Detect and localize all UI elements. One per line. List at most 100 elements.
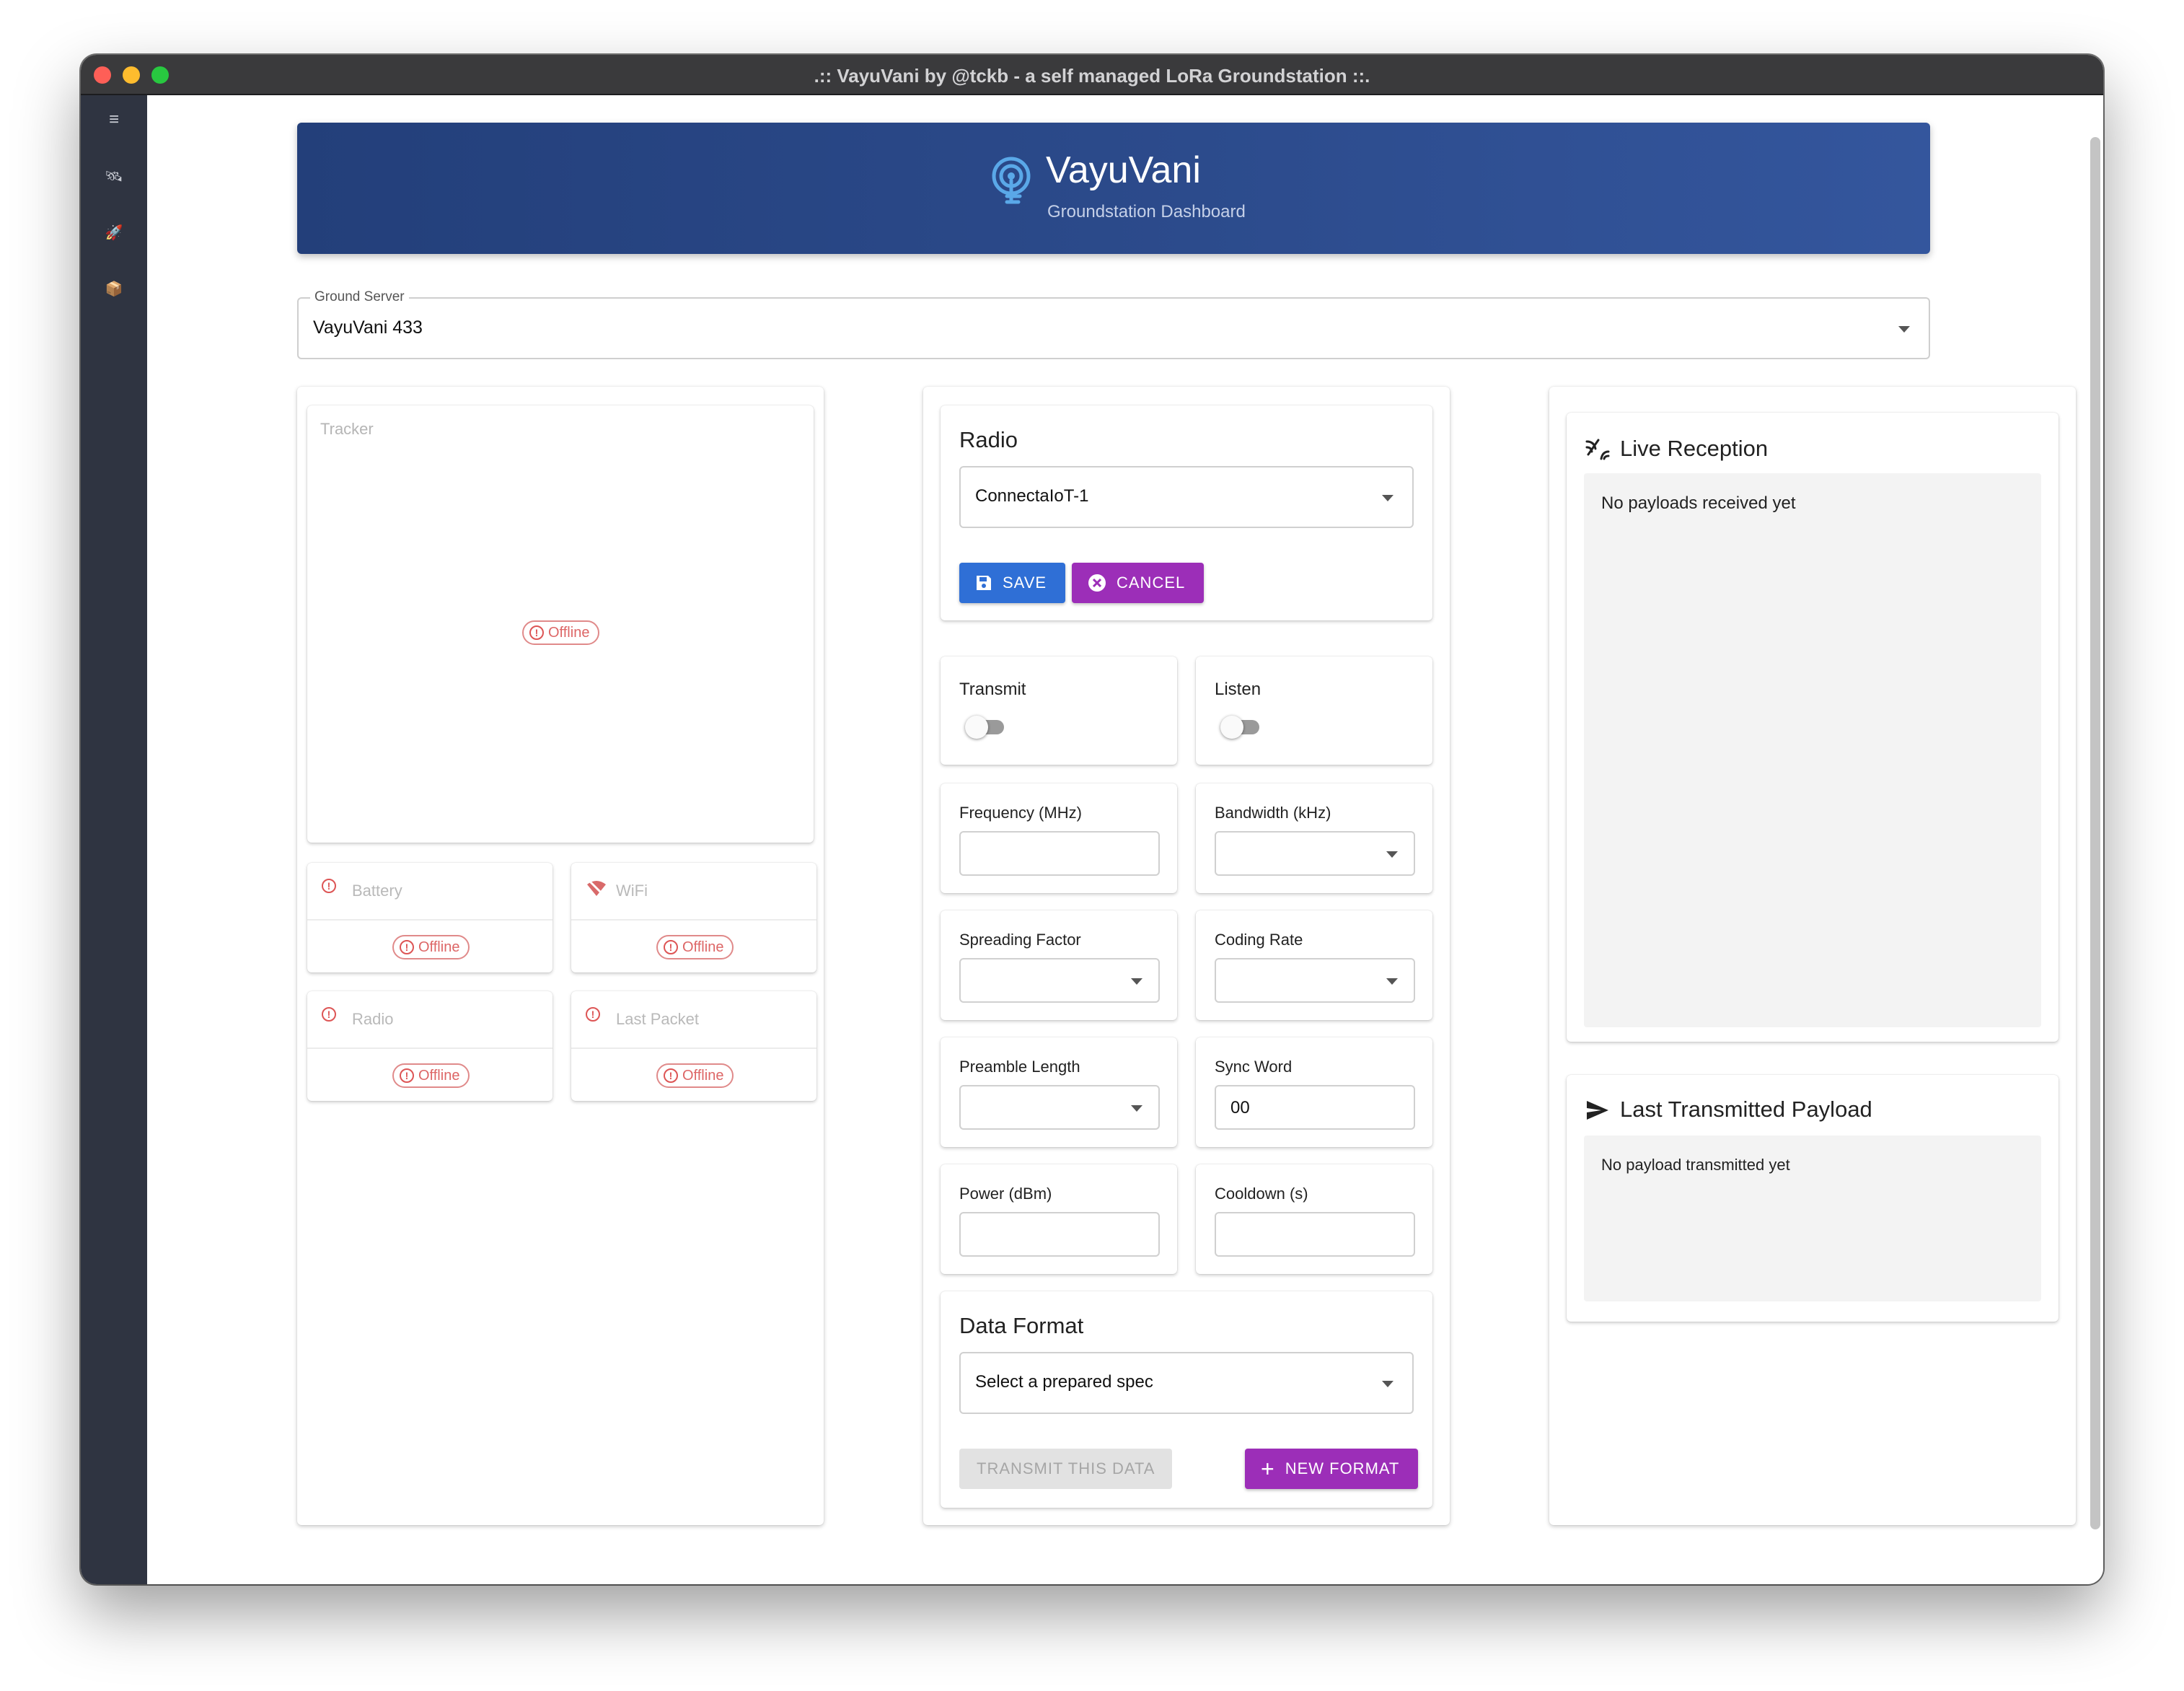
header-banner: VayuVani Groundstation Dashboard xyxy=(297,123,1930,254)
page-scrollbar[interactable] xyxy=(2090,137,2100,1529)
power-input[interactable] xyxy=(959,1212,1160,1257)
new-format-button[interactable]: + NEW FORMAT xyxy=(1245,1449,1419,1489)
last-packet-card: ! Last Packet ! Offline xyxy=(571,991,816,1101)
cooldown-input[interactable] xyxy=(1215,1212,1415,1257)
sync-word-input[interactable]: 00 xyxy=(1215,1085,1415,1130)
listen-toggle[interactable] xyxy=(1218,711,1261,740)
radio-select[interactable]: ConnectaIoT-1 xyxy=(959,466,1414,528)
radio-status-badge: ! Offline xyxy=(392,1063,470,1088)
chevron-down-icon xyxy=(1382,495,1393,501)
radio-status-card: ! Radio ! Offline xyxy=(307,991,552,1101)
wifi-title: WiFi xyxy=(616,882,648,900)
satellite-icon[interactable]: 🛰 xyxy=(98,160,130,192)
tracker-status-badge: ! Offline xyxy=(522,620,600,645)
data-format-select[interactable]: Select a prepared spec xyxy=(959,1352,1414,1414)
alert-icon: ! xyxy=(586,1007,600,1022)
spreading-factor-select[interactable] xyxy=(959,958,1160,1003)
listen-label: Listen xyxy=(1215,680,1261,699)
ground-server-value: VayuVani 433 xyxy=(313,317,423,338)
package-icon[interactable]: 📦 xyxy=(98,273,130,304)
window-title: .:: VayuVani by @tckb - a self managed L… xyxy=(814,65,1370,87)
sidebar: ≡ 🛰 🚀 📦 xyxy=(81,95,147,1584)
battery-title: Battery xyxy=(352,882,402,900)
last-transmitted-card: Last Transmitted Payload No payload tran… xyxy=(1567,1075,2058,1322)
preamble-length-card: Preamble Length xyxy=(941,1037,1177,1147)
bandwidth-select[interactable] xyxy=(1215,831,1415,876)
last-transmitted-log: No payload transmitted yet xyxy=(1584,1136,2041,1301)
preamble-length-label: Preamble Length xyxy=(959,1058,1080,1076)
transmit-card: Transmit xyxy=(941,656,1177,765)
last-packet-status-badge: ! Offline xyxy=(656,1063,734,1088)
radio-panel: Radio ConnectaIoT-1 SAVE CANCEL Transmit xyxy=(923,387,1450,1525)
save-button[interactable]: SAVE xyxy=(959,563,1066,603)
tracker-card: Tracker ! Offline xyxy=(307,405,814,843)
alert-icon: ! xyxy=(400,940,414,954)
alert-icon: ! xyxy=(322,1007,336,1022)
bandwidth-card: Bandwidth (kHz) xyxy=(1196,783,1432,893)
app-window: .:: VayuVani by @tckb - a self managed L… xyxy=(81,55,2103,1584)
status-text: Offline xyxy=(682,1067,724,1084)
transmit-toggle[interactable] xyxy=(962,711,1005,740)
frequency-label: Frequency (MHz) xyxy=(959,804,1082,822)
power-label: Power (dBm) xyxy=(959,1185,1052,1203)
reception-panel: Live Reception No payloads received yet … xyxy=(1549,387,2076,1525)
save-icon xyxy=(977,576,991,590)
chevron-down-icon xyxy=(1386,851,1398,858)
alert-icon: ! xyxy=(529,625,544,640)
preamble-length-select[interactable] xyxy=(959,1085,1160,1130)
wifi-card: WiFi ! Offline xyxy=(571,863,816,972)
save-label: SAVE xyxy=(1003,574,1047,592)
chevron-down-icon xyxy=(1131,978,1142,985)
status-text: Offline xyxy=(682,939,724,955)
ground-server-select[interactable]: Ground Server VayuVani 433 xyxy=(297,289,1930,359)
radio-card: Radio ConnectaIoT-1 SAVE CANCEL xyxy=(941,405,1432,620)
last-packet-title: Last Packet xyxy=(616,1010,699,1028)
spreading-factor-card: Spreading Factor xyxy=(941,910,1177,1020)
radio-title: Radio xyxy=(959,427,1018,452)
signal-wave-icon xyxy=(1585,439,1610,460)
battery-card-header: ! Battery xyxy=(307,863,552,921)
live-reception-log: No payloads received yet xyxy=(1584,473,2041,1027)
tracker-panel: Tracker ! Offline ! Battery ! Offline Wi… xyxy=(297,387,824,1525)
live-reception-card: Live Reception No payloads received yet xyxy=(1567,413,2058,1042)
status-text: Offline xyxy=(418,1067,460,1084)
rocket-icon[interactable]: 🚀 xyxy=(98,216,130,248)
listen-card: Listen xyxy=(1196,656,1432,765)
alert-icon: ! xyxy=(664,940,678,954)
cancel-button[interactable]: CANCEL xyxy=(1072,563,1205,603)
tracker-label: Tracker xyxy=(320,420,374,438)
radio-selected-value: ConnectaIoT-1 xyxy=(975,486,1089,506)
bandwidth-label: Bandwidth (kHz) xyxy=(1215,804,1331,822)
frequency-card: Frequency (MHz) xyxy=(941,783,1177,893)
transmit-label: Transmit xyxy=(959,680,1026,699)
wifi-card-header: WiFi xyxy=(571,863,816,921)
last-packet-card-header: ! Last Packet xyxy=(571,991,816,1049)
last-transmitted-title: Last Transmitted Payload xyxy=(1620,1097,1872,1122)
chevron-down-icon xyxy=(1382,1381,1393,1387)
live-reception-title: Live Reception xyxy=(1620,436,1769,461)
cooldown-card: Cooldown (s) xyxy=(1196,1164,1432,1274)
coding-rate-label: Coding Rate xyxy=(1215,931,1303,949)
menu-icon[interactable]: ≡ xyxy=(98,104,130,136)
chevron-down-icon xyxy=(1898,326,1910,333)
cancel-icon xyxy=(1088,574,1106,592)
power-card: Power (dBm) xyxy=(941,1164,1177,1274)
wifi-off-icon xyxy=(587,879,606,897)
live-reception-empty: No payloads received yet xyxy=(1601,493,1796,513)
coding-rate-select[interactable] xyxy=(1215,958,1415,1003)
chevron-down-icon xyxy=(1386,978,1398,985)
transmit-data-label: TRANSMIT THIS DATA xyxy=(977,1459,1155,1477)
app-subtitle: Groundstation Dashboard xyxy=(1047,202,1246,221)
title-bar: .:: VayuVani by @tckb - a self managed L… xyxy=(81,55,2103,95)
new-format-label: NEW FORMAT xyxy=(1285,1459,1400,1477)
alert-icon: ! xyxy=(322,879,336,893)
chevron-down-icon xyxy=(1131,1105,1142,1112)
frequency-input[interactable] xyxy=(959,831,1160,876)
alert-icon: ! xyxy=(400,1068,414,1083)
radio-status-title: Radio xyxy=(352,1010,394,1028)
coding-rate-card: Coding Rate xyxy=(1196,910,1432,1020)
data-format-card: Data Format Select a prepared spec TRANS… xyxy=(941,1291,1432,1508)
alert-icon: ! xyxy=(664,1068,678,1083)
transmit-data-button[interactable]: TRANSMIT THIS DATA xyxy=(959,1449,1173,1489)
battery-card: ! Battery ! Offline xyxy=(307,863,552,972)
